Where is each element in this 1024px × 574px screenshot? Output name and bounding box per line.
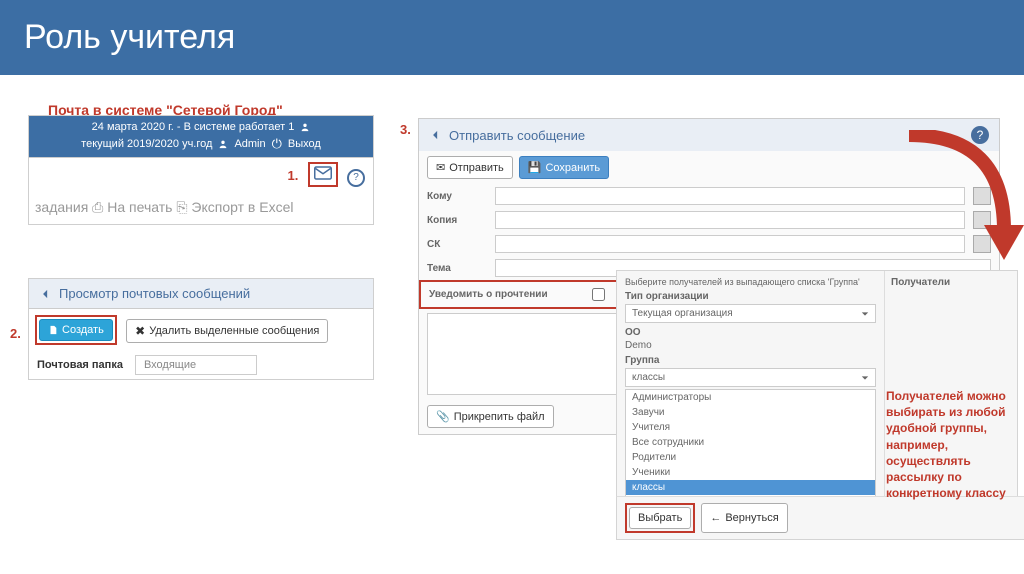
- notify-checkbox[interactable]: [592, 288, 605, 301]
- group-label: Группа: [625, 355, 876, 366]
- mail-view-title: Просмотр почтовых сообщений: [59, 286, 250, 301]
- list-item[interactable]: Завучи: [626, 405, 875, 420]
- callout-arrow-icon: [904, 130, 1024, 270]
- orgtype-select[interactable]: Текущая организация: [625, 304, 876, 323]
- bcc-field[interactable]: [495, 235, 965, 253]
- screenshot-1: 24 марта 2020 г. - В системе работает 1 …: [28, 115, 374, 225]
- folder-label: Почтовая папка: [37, 359, 123, 371]
- mail-icon-highlight[interactable]: [308, 162, 338, 187]
- save-draft-button[interactable]: 💾 Сохранить: [519, 156, 609, 179]
- picker-hint: Выберите получателей из выпадающего спис…: [625, 277, 876, 287]
- list-item[interactable]: Учителя: [626, 420, 875, 435]
- back-icon[interactable]: [429, 128, 443, 142]
- slide-title-bar: Роль учителя: [0, 0, 1024, 75]
- mail-view-header: Просмотр почтовых сообщений: [29, 279, 373, 309]
- list-item[interactable]: Все сотрудники: [626, 435, 875, 450]
- step-1-label: 1.: [287, 168, 298, 183]
- list-item-selected[interactable]: классы: [626, 480, 875, 495]
- orgtype-label: Тип организации: [625, 291, 876, 302]
- step-2-label: 2.: [10, 326, 21, 341]
- attach-button[interactable]: 📎 Прикрепить файл: [427, 405, 554, 428]
- person-icon: [300, 122, 310, 132]
- list-item[interactable]: Родители: [626, 450, 875, 465]
- return-button[interactable]: ← Вернуться: [701, 503, 787, 533]
- folder-row: Почтовая папка Входящие: [29, 351, 373, 379]
- back-arrow-icon[interactable]: [39, 287, 53, 301]
- slide-title: Роль учителя: [24, 18, 1000, 57]
- status-date: 24 марта 2020 г. - В системе работает 1: [92, 121, 295, 133]
- exit-label: Выход: [288, 138, 321, 150]
- delete-button[interactable]: ✖ Удалить выделенные сообщения: [126, 319, 328, 343]
- admin-label: Admin: [234, 138, 265, 150]
- app-status-bar: 24 марта 2020 г. - В системе работает 1 …: [29, 116, 373, 157]
- icon-toolbar: 1. ?: [29, 157, 373, 191]
- mail-toolbar: Создать ✖ Удалить выделенные сообщения: [29, 309, 373, 351]
- document-icon: [48, 325, 58, 335]
- select-button[interactable]: Выбрать: [629, 507, 691, 529]
- group-select[interactable]: классы: [625, 368, 876, 387]
- list-item[interactable]: Ученики: [626, 465, 875, 480]
- folder-select[interactable]: Входящие: [135, 355, 257, 375]
- notify-label: Уведомить о прочтении: [429, 289, 548, 300]
- cc-field[interactable]: [495, 211, 965, 229]
- oo-value: Demo: [625, 340, 876, 351]
- to-field[interactable]: [495, 187, 965, 205]
- create-button[interactable]: Создать: [39, 319, 113, 341]
- actions-line: задания ⎙ На печать ⎘ Экспорт в Excel: [29, 191, 373, 224]
- screenshot-2: Просмотр почтовых сообщений Создать ✖ Уд…: [28, 278, 374, 380]
- picker-footer: Выбрать ← Вернуться: [616, 496, 1024, 540]
- help-icon[interactable]: ?: [347, 169, 365, 187]
- compose-title: Отправить сообщение: [449, 128, 585, 143]
- step-3-label: 3.: [400, 122, 411, 137]
- school-year: текущий 2019/2020 уч.год: [81, 138, 212, 150]
- send-button[interactable]: ✉ Отправить: [427, 156, 513, 179]
- admin-icon: [218, 139, 228, 149]
- oo-label: ОО: [625, 327, 876, 338]
- list-item[interactable]: Администраторы: [626, 390, 875, 405]
- callout-text: Получателей можно выбирать из любой удоб…: [886, 388, 1016, 501]
